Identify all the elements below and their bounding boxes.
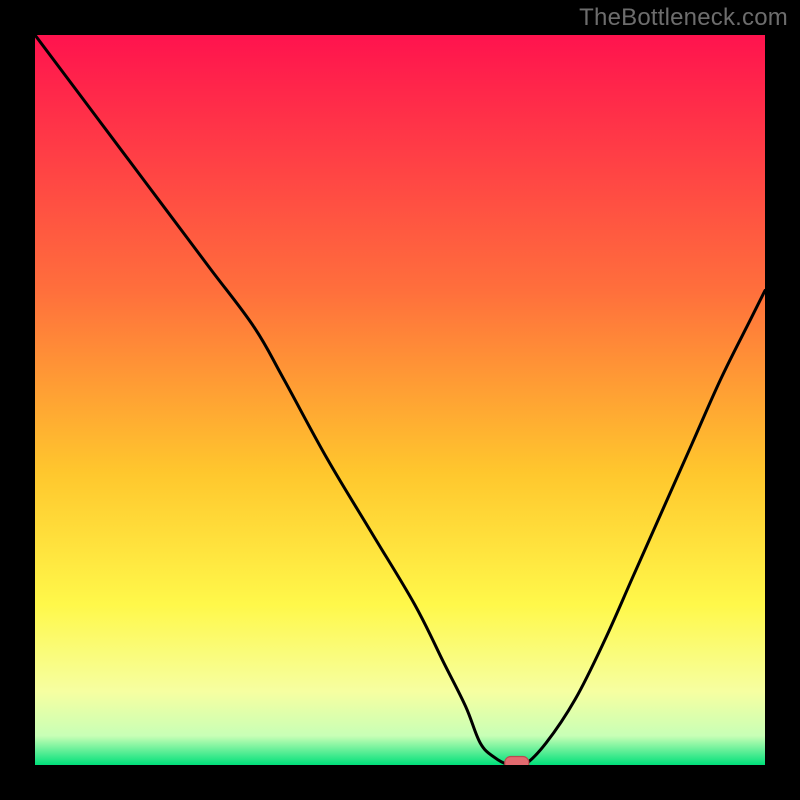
chart-gradient-background	[35, 35, 765, 765]
plot-area	[35, 35, 765, 765]
chart-svg	[35, 35, 765, 765]
attribution-text: TheBottleneck.com	[579, 4, 788, 32]
optimum-marker	[505, 757, 529, 766]
chart-frame: TheBottleneck.com	[0, 0, 800, 800]
